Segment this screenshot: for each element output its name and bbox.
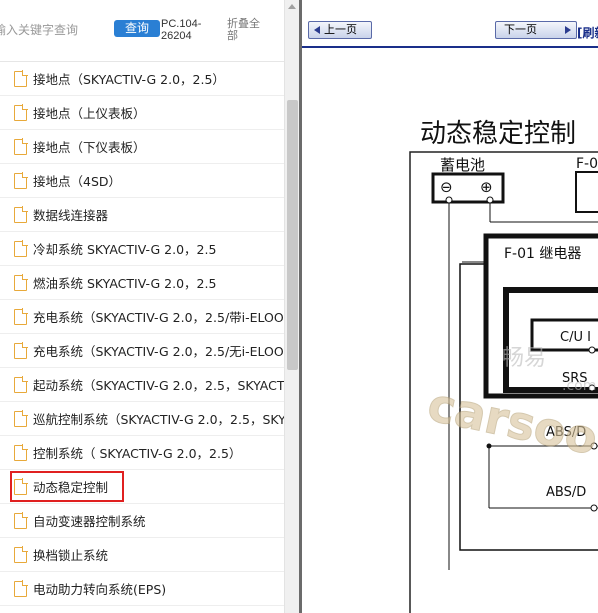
tree-item-label: 燃油系统 SKYACTIV-G 2.0，2.5 — [33, 276, 217, 291]
document-icon — [14, 341, 28, 359]
scroll-up-arrow-icon[interactable] — [288, 4, 296, 9]
document-icon — [14, 239, 28, 257]
document-icon — [14, 477, 28, 495]
tree-item-label: 充电系统（SKYACTIV-G 2.0，2.5/无i-ELOOP — [33, 344, 284, 359]
document-icon — [14, 69, 28, 87]
tree-item[interactable]: 接地点（4SD） — [0, 164, 284, 198]
document-icon — [14, 375, 28, 393]
document-icon — [14, 307, 28, 325]
tree-item-label: 动态稳定控制 — [33, 480, 109, 495]
wiring-diagram: 动态稳定控制 蓄电池 ⊖ ⊕ F-0 F-01 继电器 C/U I SRS AB… — [409, 119, 598, 613]
tree-item-label: 接地点（SKYACTIV-G 2.0，2.5） — [33, 72, 225, 87]
tree-item[interactable]: 换档锁止系统 — [0, 538, 284, 572]
viewer-toolbar: 上一页 下一页 [刷新 — [302, 0, 598, 48]
document-icon — [14, 137, 28, 155]
tree-item[interactable]: 自动变速器控制系统 — [0, 504, 284, 538]
tree-item-label: 自动变速器控制系统 — [33, 514, 146, 529]
app-window: 查询 PC.104- 26204 折叠全 部 接地点（SKYACTIV-G 2.… — [0, 0, 598, 613]
tree-item-label: 巡航控制系统（SKYACTIV-G 2.0，2.5，SKY — [33, 412, 284, 427]
next-page-button[interactable]: 下一页 — [495, 21, 577, 39]
battery-plus-icon: ⊕ — [480, 178, 493, 196]
tree-item-label: 接地点（下仪表板） — [33, 140, 146, 155]
next-page-label: 下一页 — [504, 23, 537, 36]
tree-item[interactable]: 接地点（SKYACTIV-G 2.0，2.5） — [0, 62, 284, 96]
connector-f0-box — [575, 171, 598, 213]
abs-label-2: ABS/D — [546, 485, 586, 500]
refresh-link[interactable]: [刷新 — [577, 24, 598, 41]
tree-item-label: 电动助力转向系统(EPS) — [33, 582, 167, 597]
document-icon — [14, 579, 28, 597]
document-icon — [14, 171, 28, 189]
battery-label: 蓄电池 — [440, 156, 485, 174]
tree-item[interactable]: 接地点（下仪表板） — [0, 130, 284, 164]
collapse-all-link[interactable]: 折叠全 部 — [227, 18, 267, 42]
tree-scrollbar[interactable] — [284, 0, 299, 613]
tree-item-label: 换档锁止系统 — [33, 548, 109, 563]
selected-item-highlight: 动态稳定控制 — [10, 471, 125, 502]
tree-item[interactable]: 冷却系统 SKYACTIV-G 2.0，2.5 — [0, 232, 284, 266]
abs-terminal-2 — [590, 504, 598, 512]
scroll-thumb[interactable] — [287, 100, 298, 370]
cu-terminal — [588, 346, 596, 354]
tree-item[interactable]: 电动助力转向系统(EPS) — [0, 572, 284, 606]
document-icon — [14, 545, 28, 563]
tree-item-label: 接地点（4SD） — [33, 174, 122, 189]
tree-item-label: 冷却系统 SKYACTIV-G 2.0，2.5 — [33, 242, 217, 257]
tree-item-label: 充电系统（SKYACTIV-G 2.0，2.5/带i-ELOOP — [33, 310, 284, 325]
left-pane: 查询 PC.104- 26204 折叠全 部 接地点（SKYACTIV-G 2.… — [0, 0, 284, 613]
tree-item[interactable]: 起动系统（SKYACTIV-G 2.0，2.5，SKYACTIV — [0, 368, 284, 402]
document-icon — [14, 511, 28, 529]
document-icon — [14, 443, 28, 461]
relay-label: F-01 继电器 — [504, 246, 581, 262]
tree-item-label: 控制系统（ SKYACTIV-G 2.0，2.5） — [33, 446, 242, 461]
tree-item-label: 数据线连接器 — [33, 208, 109, 223]
tree-item-label: 起动系统（SKYACTIV-G 2.0，2.5，SKYACTIV — [33, 378, 284, 393]
arrow-right-icon — [565, 26, 571, 34]
connector-f0-label: F-0 — [576, 156, 598, 172]
search-input[interactable] — [0, 20, 106, 40]
tree-item[interactable]: 动态稳定控制 — [0, 470, 284, 504]
document-icon — [14, 103, 28, 121]
diagram-title: 动态稳定控制 — [420, 119, 576, 149]
document-icon — [14, 409, 28, 427]
document-viewer: 上一页 下一页 [刷新 动态稳定控制 蓄电池 ⊖ ⊕ F-0 — [302, 0, 598, 613]
battery-minus-icon: ⊖ — [440, 178, 453, 196]
tree-item[interactable]: 充电系统（SKYACTIV-G 2.0，2.5/无i-ELOOP — [0, 334, 284, 368]
doc-code-line2: 26204 — [161, 30, 192, 42]
tree-item[interactable]: 充电系统（SKYACTIV-G 2.0，2.5/带i-ELOOP — [0, 300, 284, 334]
tree-item[interactable]: 巡航控制系统（SKYACTIV-G 2.0，2.5，SKY — [0, 402, 284, 436]
document-icon — [14, 273, 28, 291]
tree-item[interactable]: 燃油系统 SKYACTIV-G 2.0，2.5 — [0, 266, 284, 300]
cu-label: C/U I — [560, 330, 591, 345]
tree-item[interactable]: 控制系统（ SKYACTIV-G 2.0，2.5） — [0, 436, 284, 470]
search-toolbar: 查询 PC.104- 26204 折叠全 部 — [0, 0, 284, 62]
doc-code-line1: PC.104- — [161, 18, 202, 30]
query-button[interactable]: 查询 — [114, 20, 160, 37]
watermark-chinese: 畅易 — [502, 346, 546, 371]
tree-item[interactable]: 接地点（上仪表板） — [0, 96, 284, 130]
doc-code: PC.104- 26204 — [161, 18, 221, 42]
document-icon — [14, 205, 28, 223]
tree-item-label: 接地点（上仪表板） — [33, 106, 146, 121]
tree-item[interactable]: 数据线连接器 — [0, 198, 284, 232]
arrow-left-icon — [314, 26, 320, 34]
battery-terminal-right — [486, 196, 494, 204]
watermark-domain: .com — [562, 378, 596, 394]
battery-terminal-left — [445, 196, 453, 204]
prev-page-label: 上一页 — [324, 23, 357, 36]
collapse-all-line2: 部 — [227, 29, 238, 42]
document-tree: 接地点（SKYACTIV-G 2.0，2.5） 接地点（上仪表板） 接地点（下仪表板… — [0, 62, 284, 606]
prev-page-button[interactable]: 上一页 — [308, 21, 372, 39]
